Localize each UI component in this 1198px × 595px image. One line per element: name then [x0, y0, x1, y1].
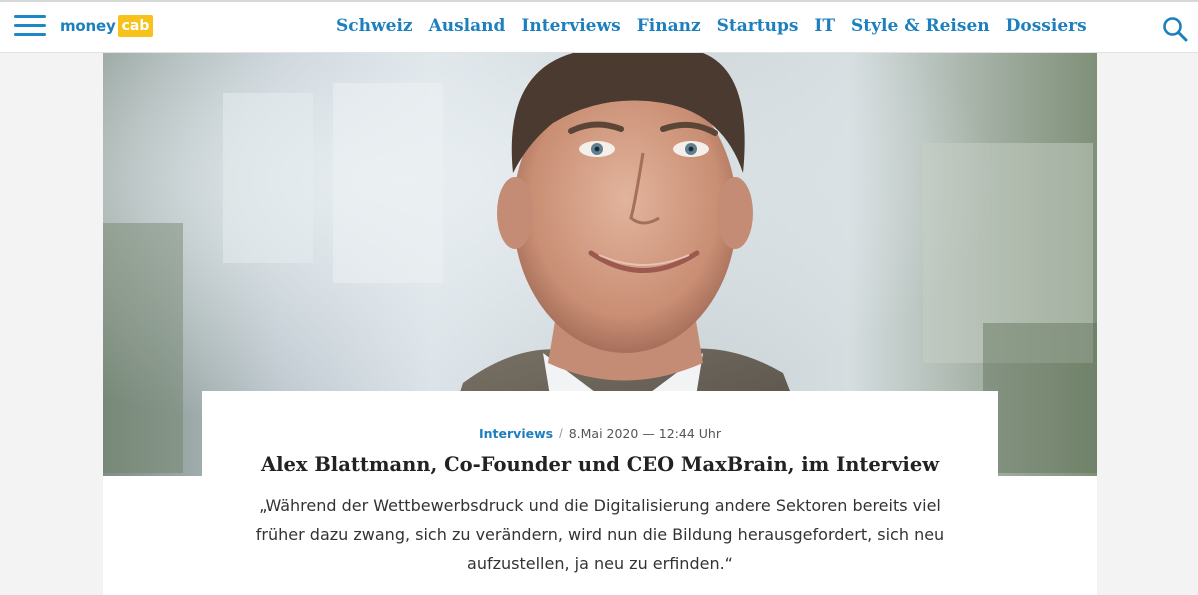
site-logo[interactable]: money cab	[60, 14, 154, 38]
top-navigation-bar: money cab Schweiz Ausland Interviews Fin…	[0, 0, 1198, 53]
publish-date: 8.Mai 2020 — 12:44 Uhr	[568, 426, 721, 441]
nav-item-finanz[interactable]: Finanz	[637, 16, 701, 36]
article-lead-quote: „Während der Wettbewerbsdruck und die Di…	[255, 496, 945, 573]
nav-item-dossiers[interactable]: Dossiers	[1006, 16, 1087, 36]
logo-cab-badge: cab	[117, 15, 154, 37]
nav-item-startups[interactable]: Startups	[717, 16, 799, 36]
article-header-card: Interviews / 8.Mai 2020 — 12:44 Uhr Alex B…	[202, 391, 998, 491]
article-container: Interviews / 8.Mai 2020 — 12:44 Uhr Alex B…	[103, 53, 1097, 595]
hamburger-menu-icon[interactable]	[14, 13, 46, 39]
nav-item-it[interactable]: IT	[814, 16, 835, 36]
main-navigation: Schweiz Ausland Interviews Finanz Startu…	[336, 16, 1103, 36]
meta-separator: /	[559, 426, 563, 441]
nav-item-interviews[interactable]: Interviews	[521, 16, 620, 36]
nav-item-style-reisen[interactable]: Style & Reisen	[851, 16, 990, 36]
menu-line	[14, 15, 46, 18]
category-link[interactable]: Interviews	[479, 426, 553, 441]
menu-line	[14, 33, 46, 36]
article-title: Alex Blattmann, Co-Founder und CEO MaxBr…	[260, 453, 940, 476]
search-icon[interactable]	[1162, 16, 1188, 42]
nav-item-schweiz[interactable]: Schweiz	[336, 16, 413, 36]
nav-item-ausland[interactable]: Ausland	[429, 16, 506, 36]
menu-line	[14, 24, 46, 27]
logo-money-text: money	[60, 17, 116, 35]
article-meta: Interviews / 8.Mai 2020 — 12:44 Uhr	[202, 426, 998, 441]
